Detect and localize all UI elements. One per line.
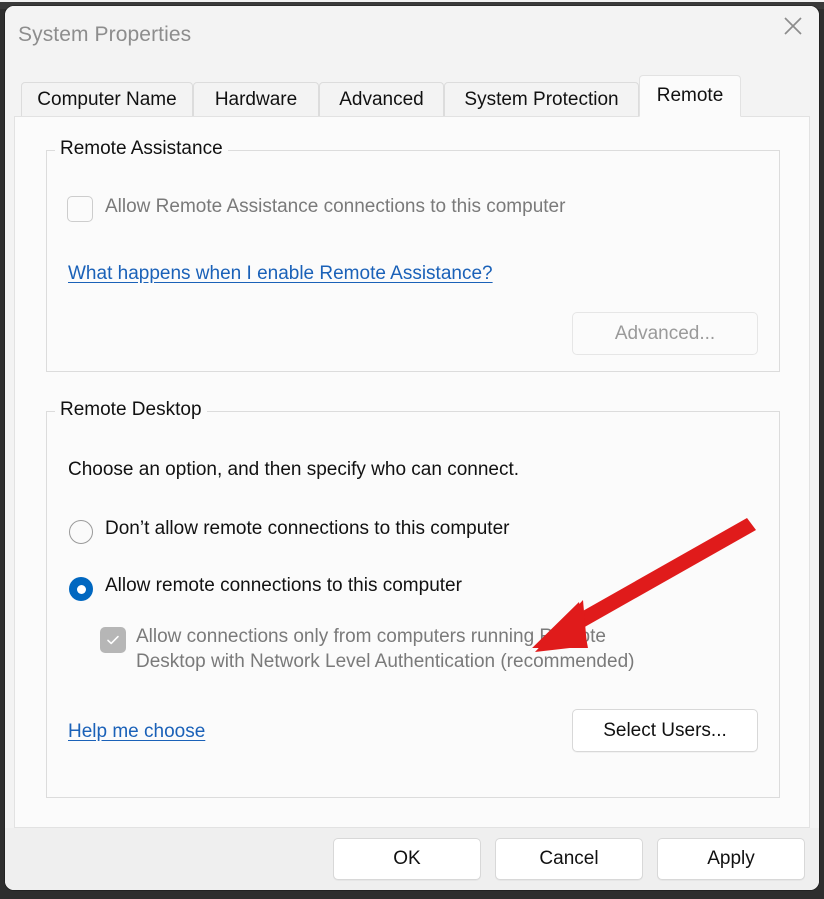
nla-checkbox-label-line1: Allow connections only from computers ru… <box>136 626 606 647</box>
cancel-button[interactable]: Cancel <box>495 838 643 880</box>
radio-allow-label: Allow remote connections to this compute… <box>105 575 462 596</box>
dialog-footer: OK Cancel Apply <box>5 828 819 890</box>
radio-dont-allow-label: Don’t allow remote connections to this c… <box>105 518 510 539</box>
nla-checkbox-label-line2: Desktop with Network Level Authenticatio… <box>136 651 635 672</box>
remote-desktop-group: Remote Desktop Choose an option, and the… <box>46 399 780 798</box>
tab-system-protection[interactable]: System Protection <box>444 82 639 117</box>
select-users-button[interactable]: Select Users... <box>572 709 758 752</box>
dialog-titlebar[interactable]: System Properties <box>5 6 819 68</box>
remote-tab-panel: Remote Assistance Allow Remote Assistanc… <box>14 116 810 828</box>
tab-advanced[interactable]: Advanced <box>319 82 444 117</box>
advanced-button[interactable]: Advanced... <box>572 312 758 355</box>
tab-strip: Computer Name Hardware Advanced System P… <box>14 75 810 117</box>
tab-computer-name[interactable]: Computer Name <box>21 82 193 117</box>
tab-remote[interactable]: Remote <box>639 75 741 117</box>
tab-label: System Protection <box>464 89 619 110</box>
tab-label: Hardware <box>214 89 298 110</box>
tab-label: Advanced <box>339 89 424 110</box>
ok-button-label: OK <box>393 848 421 869</box>
remote-desktop-description: Choose an option, and then specify who c… <box>68 459 520 480</box>
radio-allow-remote-connections[interactable] <box>69 577 93 601</box>
remote-assistance-legend: Remote Assistance <box>55 138 228 160</box>
cancel-button-label: Cancel <box>539 848 599 869</box>
allow-remote-assistance-label: Allow Remote Assistance connections to t… <box>105 196 566 217</box>
advanced-button-label: Advanced... <box>614 322 716 344</box>
allow-remote-assistance-checkbox[interactable] <box>67 196 93 222</box>
tab-hardware[interactable]: Hardware <box>193 82 319 117</box>
remote-desktop-legend: Remote Desktop <box>55 399 207 421</box>
nla-checkbox[interactable] <box>100 627 126 653</box>
ok-button[interactable]: OK <box>333 838 481 880</box>
dialog-title: System Properties <box>18 23 192 46</box>
what-happens-remote-assistance-link[interactable]: What happens when I enable Remote Assist… <box>68 263 493 285</box>
system-properties-dialog: System Properties Computer Name Hardware… <box>5 6 819 890</box>
help-me-choose-link[interactable]: Help me choose <box>68 721 205 743</box>
close-icon[interactable] <box>767 6 819 46</box>
tab-label: Computer Name <box>37 89 177 110</box>
apply-button[interactable]: Apply <box>657 838 805 880</box>
tab-label: Remote <box>656 85 724 106</box>
apply-button-label: Apply <box>707 848 755 869</box>
select-users-button-label: Select Users... <box>603 719 727 741</box>
remote-assistance-group: Remote Assistance Allow Remote Assistanc… <box>46 138 780 372</box>
radio-dont-allow-remote-connections[interactable] <box>69 520 93 544</box>
